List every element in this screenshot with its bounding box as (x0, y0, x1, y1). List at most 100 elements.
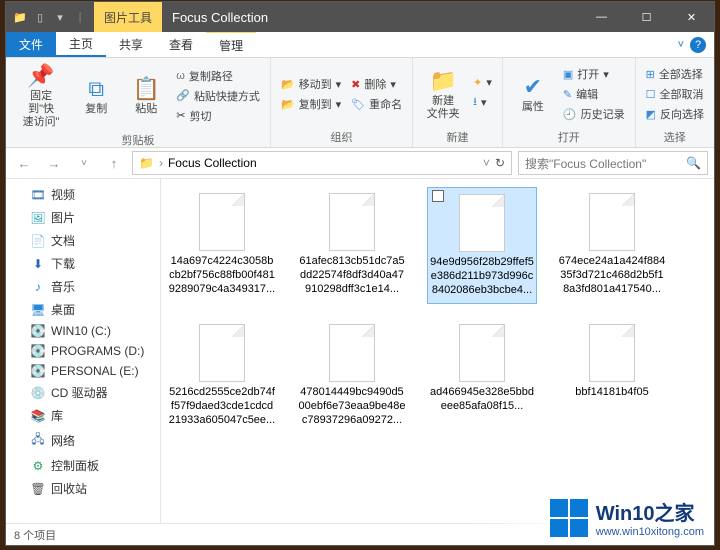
minimize-button[interactable]: — (579, 2, 624, 32)
copyto-icon: 📂 (281, 98, 295, 111)
file-item[interactable]: 5216cd2555ce2db74ff57f9daed3cde1cdcd2193… (167, 318, 277, 433)
properties-button[interactable]: ✔属性 (511, 61, 555, 127)
moveto-icon: 📂 (281, 78, 295, 91)
rename-button[interactable]: 🏷重命名 (349, 95, 404, 113)
nav-item[interactable]: 📄文档 (6, 229, 160, 252)
maximize-button[interactable]: ☐ (624, 2, 669, 32)
group-clipboard-label: 剪贴板 (14, 130, 262, 148)
rename-icon: 🏷 (351, 98, 365, 111)
nav-item[interactable]: ⬇下载 (6, 252, 160, 275)
nav-item[interactable]: 💿CD 驱动器 (6, 381, 160, 404)
file-item[interactable]: 478014449bc9490d500ebf6e73eaa9be48ec7893… (297, 318, 407, 433)
open-button[interactable]: ▣打开▾ (561, 65, 627, 83)
file-item[interactable]: 94e9d956f28b29ffef5e386d211b973d996c8402… (427, 187, 537, 304)
paste-button[interactable]: 📋粘贴 (124, 61, 168, 130)
nav-item[interactable]: 📚库 (6, 404, 160, 427)
titlebar: 📁 ▯ ▾ | 图片工具 Focus Collection — ☐ ✕ (6, 2, 714, 32)
search-input[interactable]: 搜索"Focus Collection" 🔍 (518, 151, 708, 175)
qat: 📁 ▯ ▾ | (6, 2, 94, 32)
chevron-down-icon: ▾ (481, 96, 487, 109)
nav-up-button[interactable]: ↑ (102, 151, 126, 175)
nav-item-label: 视频 (51, 186, 75, 203)
navigation-pane[interactable]: 🎞视频🖼图片📄文档⬇下载♪音乐🖥桌面💽WIN10 (C:)💽PROGRAMS (… (6, 179, 161, 523)
select-none-button[interactable]: ☐全部取消 (644, 85, 706, 103)
nav-item-icon: 💽 (30, 364, 46, 378)
watermark-url: www.win10xitong.com (596, 526, 704, 538)
address-bar[interactable]: 📁 › Focus Collection ˅ ↻ (132, 151, 512, 175)
chevron-down-icon: ▾ (336, 78, 342, 91)
pin-quick-access-button[interactable]: 📌固定到"快 速访问" (14, 61, 68, 130)
file-icon (459, 324, 505, 382)
tab-manage[interactable]: 管理 (206, 32, 256, 57)
cut-button[interactable]: ✂剪切 (174, 107, 262, 125)
nav-item[interactable]: 🖥桌面 (6, 298, 160, 321)
nav-item[interactable]: 🖧网络 (6, 427, 160, 454)
copy-button[interactable]: ⧉复制 (74, 61, 118, 130)
nav-item-label: 图片 (51, 209, 75, 226)
nav-item[interactable]: 💽PERSONAL (E:) (6, 361, 160, 381)
nav-recent-button[interactable]: ˅ (72, 151, 96, 175)
file-list[interactable]: 14a697c4224c3058bcb2bf756c88fb00f4819289… (161, 179, 714, 523)
copy-path-button[interactable]: ω复制路径 (174, 67, 262, 85)
tab-view[interactable]: 查看 (156, 32, 206, 57)
address-dropdown-icon[interactable]: ˅ (483, 156, 490, 170)
file-item[interactable]: bbf14181b4f05 (557, 318, 667, 433)
delete-button[interactable]: ✖删除▾ (349, 75, 404, 93)
nav-item[interactable]: 💽WIN10 (C:) (6, 321, 160, 341)
tab-home[interactable]: 主页 (56, 32, 106, 57)
qat-sep: | (72, 9, 88, 25)
watermark: Win10之家 www.win10xitong.com (470, 491, 714, 544)
qat-dropdown[interactable]: ▾ (52, 9, 68, 25)
sparkle-icon: ✦ (473, 76, 482, 89)
nav-item-icon: 💽 (30, 344, 46, 358)
copy-to-button[interactable]: 📂复制到▾ (279, 95, 343, 113)
nav-item[interactable]: ⚙ 控制面板 (6, 454, 160, 477)
tab-share[interactable]: 共享 (106, 32, 156, 57)
move-to-button[interactable]: 📂移动到▾ (279, 75, 343, 93)
history-button[interactable]: 🕘历史记录 (561, 105, 627, 123)
file-explorer-window: 📁 ▯ ▾ | 图片工具 Focus Collection — ☐ ✕ 文件 主… (6, 2, 714, 545)
tab-file[interactable]: 文件 (6, 32, 56, 57)
breadcrumb-folder[interactable]: Focus Collection (168, 156, 257, 170)
new-item-button[interactable]: ✦▾ (471, 75, 494, 90)
qat-item[interactable]: ▯ (32, 9, 48, 25)
chevron-down-icon: ▾ (603, 68, 609, 81)
nav-item[interactable]: ♪音乐 (6, 275, 160, 298)
paste-shortcut-button[interactable]: 🔗粘贴快捷方式 (174, 87, 262, 105)
ribbon: 📌固定到"快 速访问" ⧉复制 📋粘贴 ω复制路径 🔗粘贴快捷方式 ✂剪切 剪贴… (6, 58, 714, 148)
checkbox[interactable] (432, 190, 444, 202)
nav-forward-button[interactable]: → (42, 151, 66, 175)
nav-item[interactable]: 🖼图片 (6, 206, 160, 229)
close-button[interactable]: ✕ (669, 2, 714, 32)
nav-item[interactable]: 🎞视频 (6, 183, 160, 206)
nav-item-label: 音乐 (51, 278, 75, 295)
invert-selection-button[interactable]: ◩反向选择 (644, 105, 706, 123)
access-icon: ⭳ (473, 93, 477, 112)
select-all-button[interactable]: ⊞全部选择 (644, 65, 706, 83)
edit-icon: ✎ (563, 88, 572, 101)
ribbon-collapse-icon[interactable]: ˅ (678, 39, 684, 51)
nav-item[interactable]: 💽PROGRAMS (D:) (6, 341, 160, 361)
help-icon[interactable]: ? (690, 37, 706, 53)
file-item[interactable]: 14a697c4224c3058bcb2bf756c88fb00f4819289… (167, 187, 277, 304)
group-select-label: 选择 (644, 127, 706, 145)
edit-button[interactable]: ✎编辑 (561, 85, 627, 103)
file-item[interactable]: ad466945e328e5bbdeee85afa08f15... (427, 318, 537, 433)
file-item[interactable]: 674ece24a1a424f88435f3d721c468d2b5f18a3f… (557, 187, 667, 304)
file-item[interactable]: 61afec813cb51dc7a5dd22574f8df3d40a479102… (297, 187, 407, 304)
file-icon (459, 194, 505, 252)
nav-item-label: CD 驱动器 (51, 384, 108, 401)
new-folder-button[interactable]: 📁新建 文件夹 (421, 61, 465, 127)
ribbon-tabs: 文件 主页 共享 查看 管理 ˅ ? (6, 32, 714, 58)
easy-access-button[interactable]: ⭳▾ (471, 92, 494, 113)
nav-item-icon: 🖥 (30, 303, 46, 317)
refresh-icon[interactable]: ↻ (495, 156, 505, 170)
nav-back-button[interactable]: ← (12, 151, 36, 175)
nav-item-label: 控制面板 (51, 457, 99, 474)
nav-item-label: 下载 (51, 255, 75, 272)
contextual-tab-pic-tools[interactable]: 图片工具 (94, 2, 162, 32)
nav-item-icon: 🖧 (30, 430, 46, 451)
search-icon[interactable]: 🔍 (686, 156, 701, 170)
nav-item-icon: ⚙ (30, 459, 46, 473)
nav-item[interactable]: 🗑回收站 (6, 477, 160, 500)
